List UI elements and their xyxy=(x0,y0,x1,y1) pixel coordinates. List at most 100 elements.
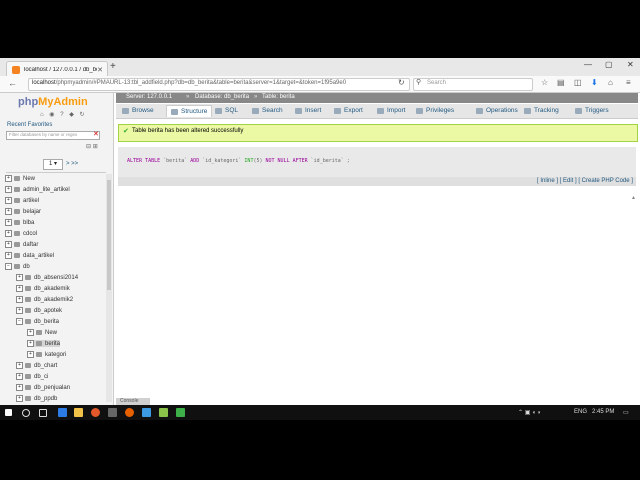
start-icon[interactable] xyxy=(5,409,12,416)
tree-item[interactable]: + db_akademik2 xyxy=(16,296,73,303)
tree-item[interactable]: − db_berita xyxy=(16,318,59,325)
expand-icon[interactable]: + xyxy=(5,252,12,259)
tree-item[interactable]: + db_chart xyxy=(16,362,57,369)
back-icon[interactable]: ← xyxy=(8,78,17,88)
menu-tab-insert[interactable]: Insert xyxy=(295,107,321,114)
database-icon xyxy=(14,220,20,225)
expand-icon[interactable]: + xyxy=(5,186,12,193)
tree-item-label: db_absensi2014 xyxy=(34,274,79,281)
menu-tab-tracking[interactable]: Tracking xyxy=(524,107,559,114)
menu-tab-operations[interactable]: Operations xyxy=(476,107,518,114)
tree-item[interactable]: + New xyxy=(27,329,57,336)
minimize-icon[interactable]: — xyxy=(584,60,592,69)
new-tab-button[interactable]: + xyxy=(110,61,116,72)
pocket-icon[interactable]: ◫ xyxy=(574,78,582,87)
expand-icon[interactable]: + xyxy=(27,329,34,336)
tree-item[interactable]: + admin_lite_artikel xyxy=(5,186,70,193)
sidebar-quick-icons[interactable]: ⌂ ◉ ? ◆ ↻ xyxy=(40,111,87,118)
expand-icon[interactable]: + xyxy=(16,395,23,402)
phpmyadmin-logo[interactable]: phpMyAdmin xyxy=(18,96,88,108)
app-icon[interactable] xyxy=(142,408,151,417)
file-explorer-icon[interactable] xyxy=(74,408,83,417)
tree-item[interactable]: + kategori xyxy=(27,351,66,358)
expand-icon[interactable]: + xyxy=(16,384,23,391)
xampp-icon[interactable] xyxy=(91,408,100,417)
expand-icon[interactable]: + xyxy=(16,274,23,281)
edge-icon[interactable] xyxy=(58,408,67,417)
breadcrumb-server[interactable]: Server: 127.0.0.1 xyxy=(126,94,172,100)
tree-item[interactable]: + New xyxy=(5,175,35,182)
calculator-icon[interactable] xyxy=(108,408,117,417)
expand-icon[interactable]: − xyxy=(5,263,12,270)
menu-tab-triggers[interactable]: Triggers xyxy=(575,107,609,114)
bookmark-star-icon[interactable]: ☆ xyxy=(541,78,548,87)
success-check-icon: ✔ xyxy=(123,128,129,135)
tree-item[interactable]: + berita xyxy=(27,340,61,347)
tree-item[interactable]: + daftar xyxy=(5,241,38,248)
clear-filter-icon[interactable]: ✕ xyxy=(93,130,99,138)
reload-icon[interactable]: ↻ xyxy=(398,78,405,87)
expand-icon[interactable]: + xyxy=(16,307,23,314)
expand-icon[interactable]: + xyxy=(5,208,12,215)
tree-item[interactable]: + db_apotek xyxy=(16,307,62,314)
menu-tab-privileges[interactable]: Privileges xyxy=(416,107,454,114)
tree-item[interactable]: + data_artikel xyxy=(5,252,54,259)
cortana-search-icon[interactable] xyxy=(22,409,30,417)
camtasia-icon[interactable] xyxy=(159,408,168,417)
expand-icon[interactable]: + xyxy=(16,285,23,292)
menu-tab-sql[interactable]: SQL xyxy=(215,107,238,114)
breadcrumb-database[interactable]: Database: db_berita xyxy=(195,94,249,100)
home-icon[interactable]: ⌂ xyxy=(608,78,613,87)
close-window-icon[interactable]: ✕ xyxy=(627,60,634,69)
sql-links[interactable]: [ Inline ] [ Edit ] [ Create PHP Code ] xyxy=(537,178,633,184)
expand-icon[interactable]: + xyxy=(27,340,34,347)
expand-icon[interactable]: + xyxy=(16,296,23,303)
expand-icon[interactable]: − xyxy=(16,318,23,325)
maximize-icon[interactable]: ▢ xyxy=(605,60,613,69)
collapse-link-icons[interactable]: ⊟ ⊞ xyxy=(86,143,98,150)
menu-tab-import[interactable]: Import xyxy=(377,107,405,114)
browser-tab[interactable]: localhost / 127.0.0.1 / db_be ✕ xyxy=(6,61,108,77)
tree-item[interactable]: + db_absensi2014 xyxy=(16,274,78,281)
clock[interactable]: 2:45 PM xyxy=(592,409,614,415)
firefox-icon[interactable] xyxy=(125,408,134,417)
sql-query: ALTER TABLE `berita` ADD `id_kategori` I… xyxy=(127,158,350,164)
expand-icon[interactable]: + xyxy=(5,175,12,182)
menu-tab-search[interactable]: Search xyxy=(252,107,283,114)
expand-icon[interactable]: + xyxy=(5,219,12,226)
tree-item[interactable]: + artikel xyxy=(5,197,39,204)
sidebar-scroll-thumb[interactable] xyxy=(107,180,111,290)
bookmarks-list-icon[interactable]: ▤ xyxy=(557,78,565,87)
tree-item[interactable]: + db_ppdb xyxy=(16,395,57,402)
page-nav[interactable]: > >> xyxy=(66,161,78,167)
expand-icon[interactable]: + xyxy=(5,230,12,237)
menu-icon[interactable]: ≡ xyxy=(626,78,631,87)
expand-icon[interactable]: + xyxy=(5,241,12,248)
app-icon-2[interactable] xyxy=(176,408,185,417)
menu-tab-structure[interactable]: Structure xyxy=(166,105,213,117)
tree-item[interactable]: + belajar xyxy=(5,208,41,215)
notifications-icon[interactable]: ▭ xyxy=(623,409,629,416)
tab-close-icon[interactable]: ✕ xyxy=(97,66,103,74)
download-icon[interactable]: ⬇ xyxy=(591,78,598,87)
system-tray-icons[interactable]: ⌃ ▣ ◖ ◗ xyxy=(518,409,541,416)
page-scroll-icon[interactable]: ▴ xyxy=(632,194,638,202)
expand-icon[interactable]: + xyxy=(16,362,23,369)
task-view-icon[interactable] xyxy=(39,409,47,417)
tree-item[interactable]: + blba xyxy=(5,219,34,226)
menu-tab-export[interactable]: Export xyxy=(334,107,363,114)
tree-item[interactable]: + db_penjualan xyxy=(16,384,70,391)
tree-item[interactable]: + db_ci xyxy=(16,373,48,380)
expand-icon[interactable]: + xyxy=(27,351,34,358)
recent-favorites-tabs[interactable]: Recent Favorites xyxy=(7,122,52,128)
page-selector[interactable]: 1 ▾ xyxy=(43,159,63,170)
language-indicator[interactable]: ENG xyxy=(574,409,587,415)
console-toggle[interactable]: Console xyxy=(116,398,150,405)
expand-icon[interactable]: + xyxy=(5,197,12,204)
tree-item[interactable]: − db xyxy=(5,263,30,270)
expand-icon[interactable]: + xyxy=(16,373,23,380)
breadcrumb-table[interactable]: Table: berita xyxy=(262,94,295,100)
tree-item[interactable]: + cdcol xyxy=(5,230,37,237)
menu-tab-browse[interactable]: Browse xyxy=(122,107,154,114)
tree-item[interactable]: + db_akademik xyxy=(16,285,70,292)
